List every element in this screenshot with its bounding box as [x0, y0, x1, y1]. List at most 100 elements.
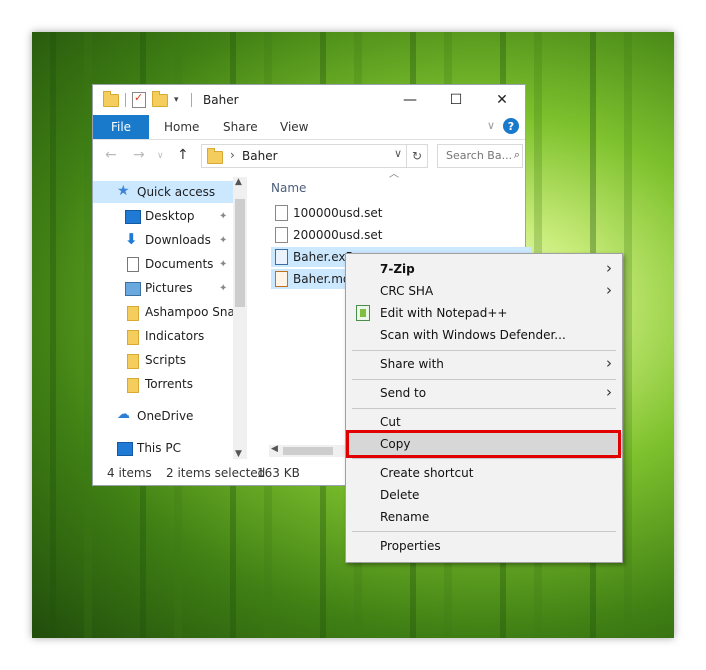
sidebar-item-desktop[interactable]: Desktop ✦ [93, 205, 233, 227]
tab-home[interactable]: Home [164, 115, 199, 139]
sidebar-item-ashampoo-snap[interactable]: Ashampoo Snap [93, 301, 242, 323]
folder-icon [127, 306, 139, 321]
context-menu: 7-Zip › CRC SHA › Edit with Notepad++ Sc… [345, 253, 623, 563]
status-size: 163 KB [257, 466, 300, 480]
up-arrow-icon[interactable]: ↑ [177, 147, 189, 163]
search-box[interactable]: ⌕ [437, 144, 523, 168]
scroll-down-icon[interactable]: ▼ [235, 449, 242, 459]
menu-separator [352, 350, 616, 351]
menu-item-send-to[interactable]: Send to › [346, 382, 622, 404]
scrollbar-thumb[interactable] [283, 447, 333, 455]
pin-icon: ✦ [219, 234, 228, 246]
sidebar-item-label: Downloads [145, 233, 211, 247]
scroll-up-icon[interactable]: ▲ [235, 177, 242, 187]
menu-item-label: Create shortcut [380, 466, 474, 480]
desktop-icon [125, 210, 141, 224]
back-arrow-icon[interactable]: ← [105, 147, 117, 163]
submenu-arrow-icon: › [606, 354, 612, 372]
sidebar-item-label: Documents [145, 257, 214, 271]
menu-separator [352, 379, 616, 380]
tab-file[interactable]: File [93, 115, 149, 139]
sidebar-item-torrents[interactable]: Torrents [93, 373, 233, 395]
sidebar-item-this-pc[interactable]: This PC [93, 437, 233, 459]
tab-share[interactable]: Share [223, 115, 258, 139]
file-name: 100000usd.set [293, 206, 383, 220]
sidebar-item-label: Ashampoo Snap [145, 305, 243, 319]
pin-icon: ✦ [219, 258, 228, 270]
properties-icon[interactable] [132, 91, 146, 108]
ribbon-expand-icon[interactable]: ∨ [487, 119, 495, 132]
menu-item-scan-defender[interactable]: Scan with Windows Defender... [346, 324, 622, 346]
status-item-count: 4 items [107, 466, 152, 480]
sidebar-item-label: Pictures [145, 281, 193, 295]
recent-locations-icon[interactable]: ∨ [157, 151, 164, 161]
file-icon [275, 205, 288, 221]
nav-pane-scrollbar[interactable]: ▲ ▼ [233, 177, 247, 459]
customize-toolbar-icon[interactable]: ▾ [174, 95, 179, 105]
mq5-file-icon [275, 271, 288, 287]
file-row[interactable]: 200000usd.set [271, 225, 531, 245]
breadcrumb[interactable]: Baher [242, 149, 278, 163]
menu-separator [352, 458, 616, 459]
new-folder-icon[interactable] [152, 90, 168, 107]
sidebar-item-label: Desktop [145, 209, 195, 223]
address-bar[interactable]: › Baher ∨ [201, 144, 407, 168]
scroll-left-icon[interactable]: ◀ [271, 444, 278, 454]
refresh-icon: ↻ [411, 149, 423, 163]
copy-highlight-callout [346, 430, 621, 458]
sidebar-item-label: Indicators [145, 329, 205, 343]
menu-item-label: Delete [380, 488, 420, 502]
close-button[interactable]: ✕ [479, 85, 525, 115]
menu-item-7zip[interactable]: 7-Zip › [346, 258, 622, 280]
sort-ascending-icon: ︿ [389, 169, 399, 180]
minimize-button[interactable]: — [387, 85, 433, 115]
breadcrumb-chevron-icon[interactable]: › [230, 148, 235, 162]
menu-separator [352, 531, 616, 532]
file-row[interactable]: 100000usd.set [271, 203, 531, 223]
folder-icon [127, 354, 139, 369]
help-icon[interactable]: ? [503, 118, 519, 134]
download-icon: ⬇ [125, 230, 138, 248]
menu-item-label: Share with [380, 357, 444, 371]
refresh-button[interactable]: ↻ [406, 144, 428, 168]
search-icon: ⌕ [513, 148, 520, 161]
menu-item-share-with[interactable]: Share with › [346, 353, 622, 375]
sidebar-item-documents[interactable]: Documents ✦ [93, 253, 233, 275]
menu-item-rename[interactable]: Rename [346, 506, 622, 528]
sidebar-item-pictures[interactable]: Pictures ✦ [93, 277, 233, 299]
tab-view[interactable]: View [280, 115, 308, 139]
sidebar-item-downloads[interactable]: ⬇ Downloads ✦ [93, 229, 233, 251]
menu-item-label: Properties [380, 539, 441, 553]
menu-item-label: Scan with Windows Defender... [380, 328, 566, 342]
submenu-arrow-icon: › [606, 281, 612, 299]
forward-arrow-icon[interactable]: → [133, 147, 145, 163]
star-icon: ★ [117, 183, 130, 199]
menu-item-delete[interactable]: Delete [346, 484, 622, 506]
menu-item-properties[interactable]: Properties [346, 535, 622, 557]
address-dropdown-icon[interactable]: ∨ [394, 147, 402, 160]
sidebar-item-quick-access[interactable]: ★ Quick access [93, 181, 233, 203]
address-folder-icon [207, 148, 223, 164]
menu-item-edit-notepad[interactable]: Edit with Notepad++ [346, 302, 622, 324]
file-list-hscrollbar[interactable]: ◀ [269, 444, 345, 457]
submenu-arrow-icon: › [606, 383, 612, 401]
search-input[interactable] [438, 145, 514, 165]
submenu-arrow-icon: › [606, 259, 612, 277]
file-icon [275, 227, 288, 243]
menu-item-label: Send to [380, 386, 427, 400]
sidebar-item-scripts[interactable]: Scripts [93, 349, 233, 371]
menu-item-create-shortcut[interactable]: Create shortcut [346, 462, 622, 484]
menu-item-label: CRC SHA [380, 284, 434, 298]
sidebar-item-indicators[interactable]: Indicators [93, 325, 233, 347]
pictures-icon [125, 282, 141, 296]
menu-item-crc-sha[interactable]: CRC SHA › [346, 280, 622, 302]
toolbar-separator [125, 93, 126, 107]
column-header-name[interactable]: Name [271, 181, 306, 195]
menu-item-label: Rename [380, 510, 430, 524]
file-name: 200000usd.set [293, 228, 383, 242]
maximize-button[interactable]: ☐ [433, 85, 479, 115]
sidebar-item-onedrive[interactable]: ☁ OneDrive [93, 405, 233, 427]
menu-item-label: Cut [380, 415, 401, 429]
ex5-file-icon [275, 249, 288, 265]
scrollbar-thumb[interactable] [235, 199, 245, 307]
